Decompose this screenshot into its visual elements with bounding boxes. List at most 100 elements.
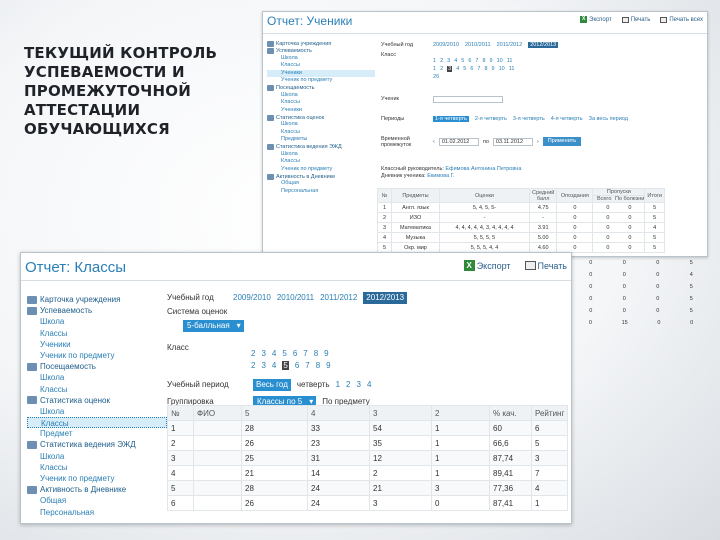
sidebar-subitem-school[interactable]: Школа xyxy=(27,406,167,417)
sidebar-item-ejournal-stats[interactable]: Статистика ведения ЭЖД xyxy=(267,143,375,151)
class-option-selected[interactable]: 5 xyxy=(282,361,289,370)
sidebar-subitem-subject[interactable]: Предмет xyxy=(27,428,167,439)
sidebar-subitem-students[interactable]: Ученики xyxy=(267,107,375,114)
class-option[interactable]: 7 xyxy=(305,361,309,370)
export-button[interactable]: X Экспорт xyxy=(463,260,511,271)
class-option[interactable]: 1 xyxy=(433,66,436,72)
class-option[interactable]: 11 xyxy=(509,66,515,72)
class-option[interactable]: 4 xyxy=(272,361,276,370)
sidebar-subitem-students[interactable]: Ученики xyxy=(267,69,375,77)
sidebar-subitem-personal[interactable]: Персональная xyxy=(27,507,167,518)
sidebar-subitem-school[interactable]: Школа xyxy=(267,55,375,62)
calendar-right-icon[interactable]: › xyxy=(537,139,539,145)
sidebar-subitem-student-subject[interactable]: Ученик по предмету xyxy=(27,473,167,484)
sidebar-subitem-classes-selected[interactable]: Классы xyxy=(27,417,167,429)
period-option[interactable]: 2 xyxy=(346,379,350,391)
class-grade-option[interactable]: 3 xyxy=(261,349,265,358)
sidebar-subitem-subjects[interactable]: Предметы xyxy=(267,136,375,143)
class-grade-option[interactable]: 3 xyxy=(447,58,450,64)
class-grade-option[interactable]: 9 xyxy=(490,58,493,64)
print-button[interactable]: Печать xyxy=(524,260,567,271)
class-grade-option[interactable]: 10 xyxy=(497,58,503,64)
class-option[interactable]: 3 xyxy=(261,361,265,370)
class-grade-option[interactable]: 9 xyxy=(324,349,328,358)
sidebar-subitem-school[interactable]: Школа xyxy=(27,316,167,327)
sidebar-subitem-classes[interactable]: Классы xyxy=(267,129,375,136)
class-grade-option[interactable]: 1 xyxy=(433,58,436,64)
sidebar-subitem-general[interactable]: Общая xyxy=(267,180,375,187)
sidebar-subitem-student-subject[interactable]: Ученик по предмету xyxy=(267,166,375,173)
date-from-input[interactable]: 01.02.2012 xyxy=(438,137,479,146)
period-option[interactable]: За весь период xyxy=(589,116,628,122)
diary-value[interactable]: Екимова Г. xyxy=(427,173,454,179)
class-option[interactable]: 9 xyxy=(492,66,495,72)
sidebar-item-progress[interactable]: Успеваемость xyxy=(267,47,375,55)
sidebar-subitem-general[interactable]: Общая xyxy=(27,495,167,506)
class-option[interactable]: 10 xyxy=(499,66,505,72)
class-grade-option[interactable]: 8 xyxy=(482,58,485,64)
sidebar-item-progress[interactable]: Успеваемость xyxy=(27,305,167,316)
year-option-selected[interactable]: 2012/2013 xyxy=(528,42,559,48)
class-grade-option[interactable]: 8 xyxy=(314,349,318,358)
period-option[interactable]: 1 xyxy=(336,379,340,391)
teacher-value[interactable]: Ефимова Антонина Петровна xyxy=(445,166,521,172)
class-grade-option[interactable]: 7 xyxy=(303,349,307,358)
year-option[interactable]: 2010/2011 xyxy=(277,292,314,304)
class-option[interactable]: 2 xyxy=(251,361,255,370)
class-option-selected[interactable]: 3 xyxy=(447,66,453,72)
sidebar-item-grades-stats[interactable]: Статистика оценок xyxy=(27,395,167,406)
year-option[interactable]: 2011/2012 xyxy=(497,42,523,48)
class-grade-option[interactable]: 6 xyxy=(468,58,471,64)
sidebar-item-attendance[interactable]: Посещаемость xyxy=(267,84,375,92)
student-input[interactable] xyxy=(433,96,503,103)
class-option[interactable]: 6 xyxy=(295,361,299,370)
period-option[interactable]: четверть xyxy=(297,379,330,391)
print-button[interactable]: Печать xyxy=(621,16,650,23)
sidebar-subitem-classes[interactable]: Классы xyxy=(27,384,167,395)
sidebar-subitem-school[interactable]: Школа xyxy=(27,372,167,383)
period-option[interactable]: 3-я четверть xyxy=(513,116,545,122)
class-grade-option[interactable]: 5 xyxy=(461,58,464,64)
class-option[interactable]: 2 xyxy=(440,66,443,72)
class-grade-option[interactable]: 7 xyxy=(475,58,478,64)
year-option[interactable]: 2009/2010 xyxy=(433,42,459,48)
sidebar-item-activity[interactable]: Активность в Дневнике xyxy=(27,484,167,495)
class-grade-option[interactable]: 2 xyxy=(251,349,255,358)
apply-button[interactable]: Применить xyxy=(542,137,582,146)
year-option-selected[interactable]: 2012/2013 xyxy=(363,292,408,304)
sidebar-subitem-student-subject[interactable]: Ученик по предмету xyxy=(267,77,375,84)
sidebar-subitem-school[interactable]: Школа xyxy=(27,451,167,462)
sidebar-subitem-classes[interactable]: Классы xyxy=(27,328,167,339)
period-option[interactable]: 2-я четверть xyxy=(475,116,507,122)
sidebar-item-ejournal-stats[interactable]: Статистика ведения ЭЖД xyxy=(27,439,167,450)
class-option[interactable]: 7 xyxy=(477,66,480,72)
sidebar-item-grades-stats[interactable]: Статистика оценок xyxy=(267,114,375,121)
date-to-input[interactable]: 03.11.2012 xyxy=(492,137,533,146)
sidebar-subitem-personal[interactable]: Персональная xyxy=(267,188,375,195)
class-grade-option[interactable]: 11 xyxy=(507,58,513,64)
scale-select[interactable]: 5-балльная xyxy=(183,320,244,332)
print-all-button[interactable]: Печать всех xyxy=(660,16,703,23)
sidebar-item-card[interactable]: Карточка учреждения xyxy=(27,294,167,305)
period-option-selected[interactable]: 1-я четверть xyxy=(433,116,469,122)
sidebar-subitem-student-subject[interactable]: Ученик по предмету xyxy=(27,350,167,361)
class-option[interactable]: 2б xyxy=(433,74,439,80)
period-option[interactable]: 4-я четверть xyxy=(551,116,583,122)
calendar-left-icon[interactable]: ‹ xyxy=(433,139,435,145)
export-button[interactable]: X Экспорт xyxy=(580,16,612,23)
sidebar-item-attendance[interactable]: Посещаемость xyxy=(27,361,167,372)
year-option[interactable]: 2010/2011 xyxy=(465,42,491,48)
class-option[interactable]: 6 xyxy=(470,66,473,72)
class-option[interactable]: 9 xyxy=(326,361,330,370)
period-option[interactable]: 4 xyxy=(367,379,371,391)
sidebar-subitem-classes[interactable]: Классы xyxy=(27,462,167,473)
year-option[interactable]: 2009/2010 xyxy=(233,292,271,304)
sidebar-subitem-classes[interactable]: Классы xyxy=(267,62,375,69)
sidebar-item-card[interactable]: Карточка учреждения xyxy=(267,40,375,47)
class-option[interactable]: 5 xyxy=(463,66,466,72)
sidebar-subitem-school[interactable]: Школа xyxy=(267,151,375,158)
sidebar-subitem-students[interactable]: Ученики xyxy=(27,339,167,350)
class-grade-option[interactable]: 4 xyxy=(454,58,457,64)
sidebar-subitem-classes[interactable]: Классы xyxy=(267,99,375,106)
class-option[interactable]: 8 xyxy=(316,361,320,370)
